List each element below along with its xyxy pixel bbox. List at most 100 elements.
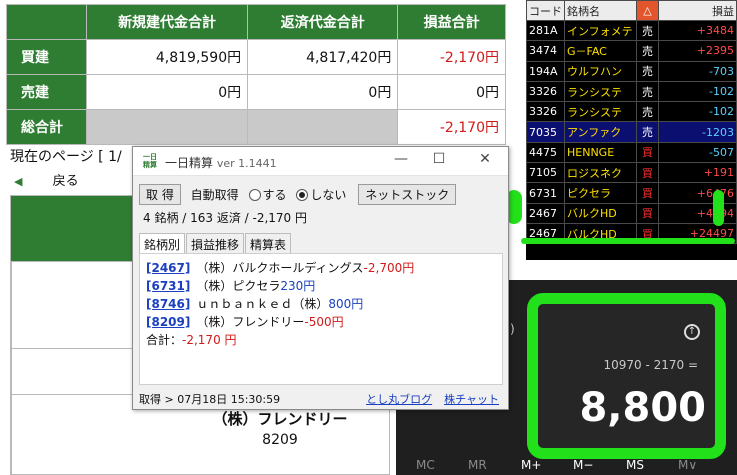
stock-name: ランシステ [564, 80, 637, 103]
highlight-underline [521, 238, 735, 244]
summary-row-buy: 買建 4,819,590円 4,817,420円 -2,170円 [6, 39, 506, 75]
col-side[interactable]: △ [636, 0, 659, 21]
stock-side: 売 [636, 80, 659, 103]
stock-row[interactable]: 3326 ランシステ 売 -102 [526, 101, 737, 123]
back-label: 戻る [52, 174, 79, 189]
net-stock-button[interactable]: ネットストック [358, 184, 457, 205]
stock-name: ロジスネク [564, 162, 637, 184]
sell-pl-total: 0円 [397, 74, 506, 110]
stock-row[interactable]: 281A インフォメテ 売 +3484 [526, 19, 737, 42]
stock-code: 194A [526, 60, 565, 82]
stock-side: 売 [636, 19, 659, 42]
stock-side: 売 [636, 40, 659, 62]
radio-auto-on-label[interactable]: する [263, 188, 287, 202]
memory-list-button[interactable]: M∨ [678, 458, 697, 472]
total-pl-total: -2,170円 [397, 109, 506, 145]
blog-link[interactable]: とし丸ブログ [366, 393, 432, 406]
row-label-total: 総合計 [6, 109, 87, 145]
stock-code-link[interactable]: [8746] [146, 297, 190, 311]
stock-side: 売 [636, 101, 659, 123]
list-item: [8209] （株）フレンドリー-500円 [146, 313, 496, 331]
stock-name: ピクセラ [564, 182, 637, 204]
stock-code-link[interactable]: [2467] [146, 261, 190, 275]
stock-side: 売 [636, 121, 659, 143]
total-new-total [85, 109, 249, 145]
stock-pl: -703 [658, 60, 737, 82]
col-pl[interactable]: 損益 [658, 0, 737, 21]
stock-pl: 800円 [328, 297, 364, 311]
stock-side: 買 [636, 141, 659, 164]
company-name: （株）フレンドリー [212, 410, 348, 428]
stock-code: 281A [526, 19, 565, 42]
window-titlebar[interactable]: 一日精算 一日精算 ver 1.1441 — ☐ ✕ [133, 147, 508, 176]
company-code: 8209 [262, 432, 298, 448]
stock-pl: +4494 [658, 202, 737, 224]
stock-code: 3326 [526, 101, 565, 123]
minimize-button[interactable]: — [387, 151, 415, 171]
window-toolbar: 取 得 自動取得 する しない ネットストック [139, 184, 457, 205]
buy-return-total: 4,817,420円 [247, 39, 399, 75]
col-code[interactable]: コード [526, 0, 565, 21]
stock-row[interactable]: 3474 G－FAC 売 +2395 [526, 40, 737, 62]
total-label: 合計： [146, 333, 183, 347]
stock-name: （株）フレンドリー [196, 315, 305, 329]
stock-side: 売 [636, 60, 659, 82]
stock-pl: -1203 [658, 121, 737, 143]
fetch-button[interactable]: 取 得 [139, 184, 181, 205]
fetch-timestamp: 取得 > 07月18日 15:30:59 [139, 393, 281, 406]
memory-recall-button[interactable]: MR [468, 458, 487, 472]
stock-name: ランシステ [564, 101, 637, 123]
stock-row-selected[interactable]: 7035 アンファク 売 -1203 [526, 121, 737, 143]
stock-pl: -507 [658, 141, 737, 164]
stock-code: 3326 [526, 80, 565, 103]
stock-pl: +191 [658, 162, 737, 184]
daily-settlement-window: 一日精算 一日精算 ver 1.1441 — ☐ ✕ 取 得 自動取得 する し… [132, 146, 509, 410]
stock-name: インフォメテ [564, 19, 637, 42]
stock-code: 7035 [526, 121, 565, 143]
settlement-stats: 4 銘柄 / 163 返済 / -2,170 円 [143, 211, 308, 225]
stock-name: ｕｎｂａｎｋｅｄ（株） [196, 297, 329, 311]
stock-row[interactable]: 2467 バルクHD 買 +4494 [526, 202, 737, 224]
memory-store-button[interactable]: MS [626, 458, 644, 472]
radio-auto-off-label[interactable]: しない [310, 188, 346, 202]
calculator-paren-icon: ) [510, 322, 515, 336]
header-new-total: 新規建代金合計 [85, 4, 249, 40]
window-title-text: 一日精算 [165, 156, 214, 170]
summary-table: 新規建代金合計 返済代金合計 損益合計 買建 4,819,590円 4,817,… [6, 4, 506, 145]
radio-auto-on[interactable] [248, 188, 261, 201]
stock-pl: +3484 [658, 19, 737, 42]
stock-pl: -2,700円 [363, 261, 415, 275]
summary-row-total: 総合計 -2,170円 [6, 109, 506, 145]
stock-row[interactable]: 7105 ロジスネク 買 +191 [526, 162, 737, 184]
stock-row[interactable]: 3326 ランシステ 売 -102 [526, 80, 737, 103]
stock-code: 4475 [526, 141, 565, 164]
maximize-button[interactable]: ☐ [425, 151, 453, 171]
memory-add-button[interactable]: M+ [521, 458, 541, 472]
stock-row[interactable]: 6731 ピクセラ 買 +6476 [526, 182, 737, 204]
stock-name: バルクHD [564, 202, 637, 224]
stock-code: 3474 [526, 40, 565, 62]
stock-row[interactable]: 4475 HENNGE 買 -507 [526, 141, 737, 164]
stock-code-link[interactable]: [8209] [146, 315, 190, 329]
stock-chat-link[interactable]: 株チャット [444, 393, 499, 406]
highlight-mark [713, 190, 724, 226]
stock-name: HENNGE [564, 141, 637, 164]
list-item: [2467] （株）バルクホールディングス-2,700円 [146, 259, 496, 277]
col-name[interactable]: 銘柄名 [564, 0, 637, 21]
memory-clear-button[interactable]: MC [416, 458, 435, 472]
buy-new-total: 4,819,590円 [85, 39, 249, 75]
radio-auto-off[interactable] [296, 188, 309, 201]
stock-code-link[interactable]: [6731] [146, 279, 190, 293]
summary-header-row: 新規建代金合計 返済代金合計 損益合計 [6, 4, 506, 40]
stock-pl: -500円 [304, 315, 344, 329]
memory-subtract-button[interactable]: M− [573, 458, 593, 472]
close-button[interactable]: ✕ [471, 151, 499, 171]
back-link[interactable]: ◀ 戻る [14, 174, 105, 189]
summary-corner-cell [6, 4, 87, 40]
stock-pl-panel: [2467] （株）バルクホールディングス-2,700円 [6731] （株）ピクセ… [139, 253, 503, 385]
stock-side: 買 [636, 182, 659, 204]
stock-row[interactable]: 194A ウルフハン 売 -703 [526, 60, 737, 82]
table-col-divider [11, 262, 12, 474]
stock-pl: -102 [658, 80, 737, 103]
stock-name: （株）バルクホールディングス [196, 261, 364, 275]
